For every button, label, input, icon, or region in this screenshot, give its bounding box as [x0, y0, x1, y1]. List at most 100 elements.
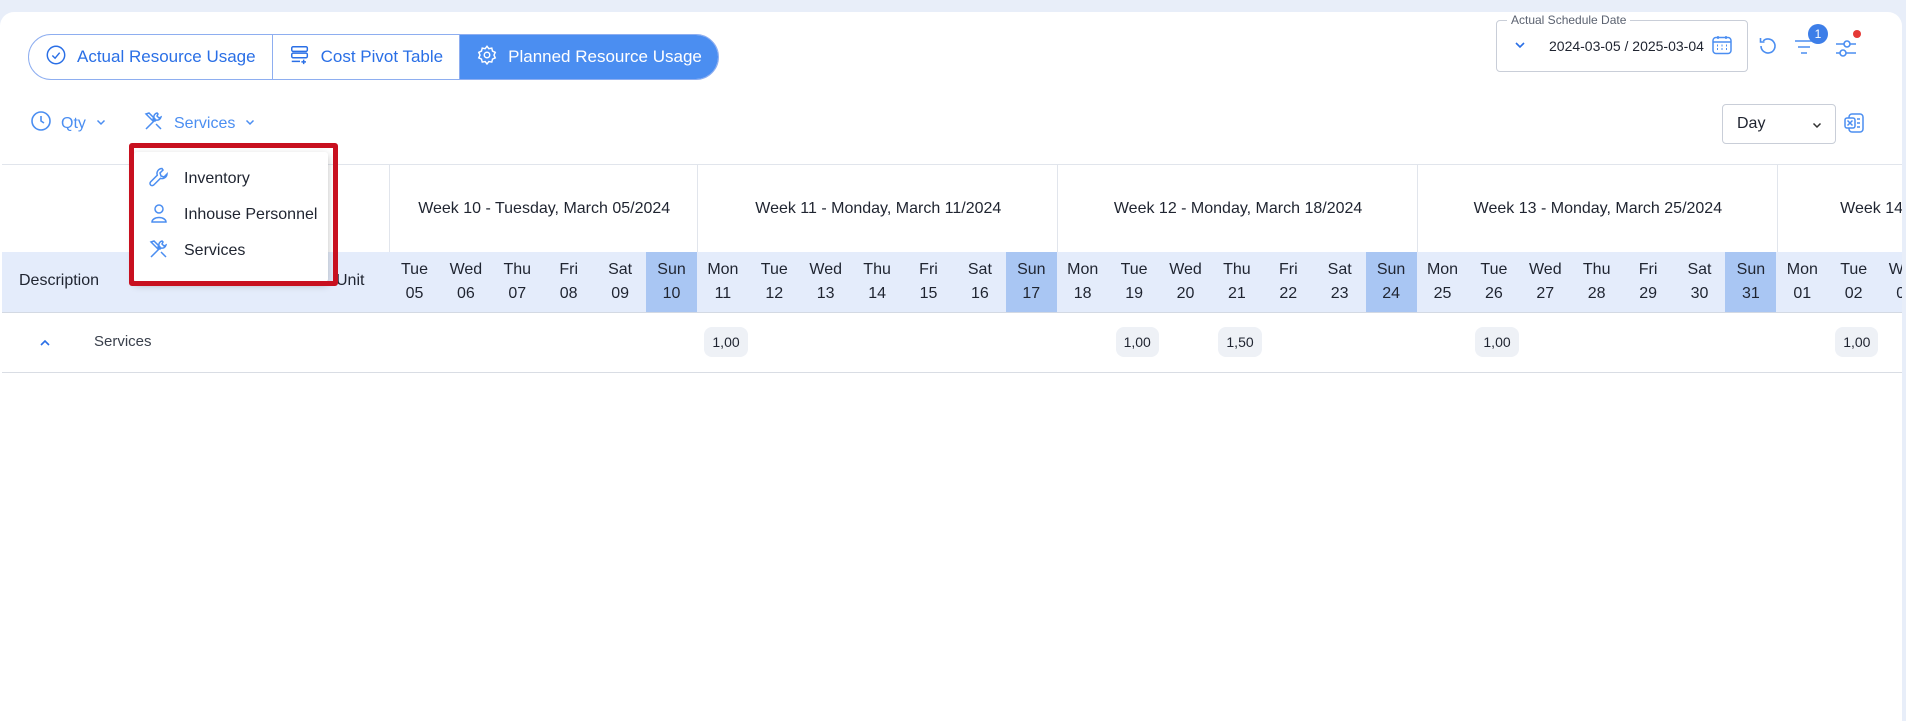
- day-of-week: Fri: [1638, 261, 1658, 278]
- day-of-week: Wed: [1528, 261, 1562, 278]
- schedule-date-field[interactable]: Actual Schedule Date 2024-03-05 / 2025-0…: [1496, 13, 1748, 72]
- week-header-cell: Week 10 - Tuesday, March 05/2024: [389, 165, 698, 253]
- wrench-icon: [148, 166, 170, 193]
- day-number: 05: [405, 285, 424, 302]
- day-number: 10: [662, 285, 681, 302]
- day-header-cell: Thu 28: [1571, 252, 1622, 312]
- quantity-cell[interactable]: 1,00: [704, 327, 748, 357]
- day-of-week: Mon: [1786, 261, 1818, 278]
- day-of-week: Thu: [503, 261, 532, 278]
- week-header-cell: Week 12 - Monday, March 18/2024: [1057, 165, 1418, 253]
- day-of-week: Mon: [1426, 261, 1459, 278]
- day-number: 06: [456, 285, 475, 302]
- week-header-cell: Week 13 - Monday, March 25/2024: [1417, 165, 1778, 253]
- menu-item-label: Inhouse Personnel: [184, 206, 318, 223]
- day-number: 07: [508, 285, 527, 302]
- day-number: 01: [1793, 285, 1812, 302]
- refresh-icon[interactable]: [1756, 34, 1780, 63]
- day-header-cell: Sun 10: [646, 252, 697, 312]
- tools-icon: [143, 110, 165, 137]
- day-header-cell: Sun 24: [1365, 252, 1417, 312]
- day-header-cell: Mon 25: [1417, 252, 1468, 312]
- day-header-cell: Tue 26: [1468, 252, 1519, 312]
- day-of-week: Sat: [608, 261, 633, 278]
- day-of-week: Wed: [1888, 261, 1902, 278]
- menu-item-inventory[interactable]: Inventory: [148, 164, 250, 194]
- day-number: 13: [816, 285, 835, 302]
- quantity-cell[interactable]: 1,50: [1218, 327, 1262, 357]
- day-header-cell: Thu 07: [492, 252, 543, 312]
- week-header-cell: Week 11 - Monday, March 11/2024: [697, 165, 1058, 253]
- day-of-week: Tue: [1480, 261, 1508, 278]
- period-select-value: Day: [1737, 115, 1766, 132]
- menu-item-services[interactable]: Services: [148, 236, 245, 266]
- day-number: 26: [1484, 285, 1503, 302]
- day-header-cell: Wed 13: [800, 252, 851, 312]
- day-of-week: Thu: [1223, 261, 1251, 278]
- day-number: 03: [1896, 285, 1902, 302]
- chevron-down-icon[interactable]: [1513, 38, 1527, 57]
- table-icon: [289, 44, 311, 71]
- calendar-icon[interactable]: [1711, 34, 1733, 61]
- tab-cost-pivot-table[interactable]: Cost Pivot Table: [273, 35, 461, 79]
- tab-actual-resource-usage[interactable]: Actual Resource Usage: [29, 35, 273, 79]
- day-of-week: Sun: [1017, 261, 1046, 278]
- day-header-cell: Fri 29: [1623, 252, 1674, 312]
- chevron-down-icon: [244, 115, 256, 133]
- quantity-cell[interactable]: 1,00: [1115, 327, 1159, 357]
- day-number: 31: [1741, 285, 1760, 302]
- menu-item-label: Services: [184, 242, 246, 259]
- day-header-cell: Tue 12: [749, 252, 800, 312]
- day-number: 12: [765, 285, 784, 302]
- day-header-cell: Sat 23: [1314, 252, 1365, 312]
- services-label: Services: [174, 114, 236, 132]
- filter-count-badge: 1: [1808, 24, 1828, 44]
- qty-label: Qty: [61, 114, 86, 132]
- day-number: 20: [1176, 285, 1195, 302]
- notification-dot: [1853, 30, 1861, 38]
- day-header-cell: Mon 11: [697, 252, 748, 312]
- day-number: 15: [919, 285, 938, 302]
- day-of-week: Sun: [657, 261, 686, 278]
- day-number: 22: [1279, 285, 1298, 302]
- day-header-cell: Tue 19: [1109, 252, 1160, 312]
- chevron-down-icon: [1812, 122, 1822, 129]
- resource-type-menu: Inventory Inhouse Personnel Services: [134, 152, 328, 282]
- day-header-cell: Tue 02: [1828, 252, 1879, 312]
- day-number: 30: [1690, 285, 1709, 302]
- day-header-cell: Tue 05: [389, 252, 440, 312]
- tab-label: Actual Resource Usage: [77, 47, 256, 66]
- day-of-week: Sat: [967, 261, 992, 278]
- settings-sliders-icon[interactable]: [1834, 36, 1858, 65]
- day-of-week: Sun: [1376, 261, 1406, 278]
- day-number: 24: [1382, 285, 1400, 302]
- day-number: 23: [1330, 285, 1349, 302]
- day-of-week: Fri: [1278, 261, 1298, 278]
- menu-item-inhouse-personnel[interactable]: Inhouse Personnel: [148, 200, 317, 230]
- day-header-cell: Sat 09: [595, 252, 646, 312]
- gear-icon: [476, 44, 498, 71]
- description-header: Description: [19, 272, 100, 289]
- unit-header: Unit: [336, 272, 365, 289]
- chevron-up-icon[interactable]: [38, 336, 52, 354]
- day-header-cell: Mon 18: [1057, 252, 1108, 312]
- day-header-cell: Fri 08: [543, 252, 594, 312]
- day-header-cell: Wed 06: [440, 252, 491, 312]
- quantity-cell[interactable]: 1,00: [1835, 327, 1879, 357]
- check-circle-icon: [45, 44, 67, 71]
- day-header-cell: Sat 16: [954, 252, 1005, 312]
- qty-dropdown[interactable]: Qty: [30, 110, 107, 137]
- view-tabs: Actual Resource Usage Cost Pivot Table P…: [28, 34, 719, 80]
- person-icon: [148, 202, 170, 229]
- day-of-week: Thu: [1582, 261, 1611, 278]
- day-of-week: Wed: [809, 261, 842, 278]
- period-select[interactable]: Day: [1722, 104, 1836, 144]
- day-header-cell: Wed 03: [1880, 252, 1902, 312]
- quantity-cell[interactable]: 1,00: [1475, 327, 1519, 357]
- day-number: 16: [970, 285, 989, 302]
- tab-planned-resource-usage[interactable]: Planned Resource Usage: [460, 35, 718, 79]
- day-of-week: Tue: [1120, 261, 1148, 278]
- main-card: Actual Resource Usage Cost Pivot Table P…: [0, 12, 1902, 721]
- resource-type-dropdown[interactable]: Services: [143, 110, 256, 137]
- excel-export-icon[interactable]: [1843, 112, 1865, 139]
